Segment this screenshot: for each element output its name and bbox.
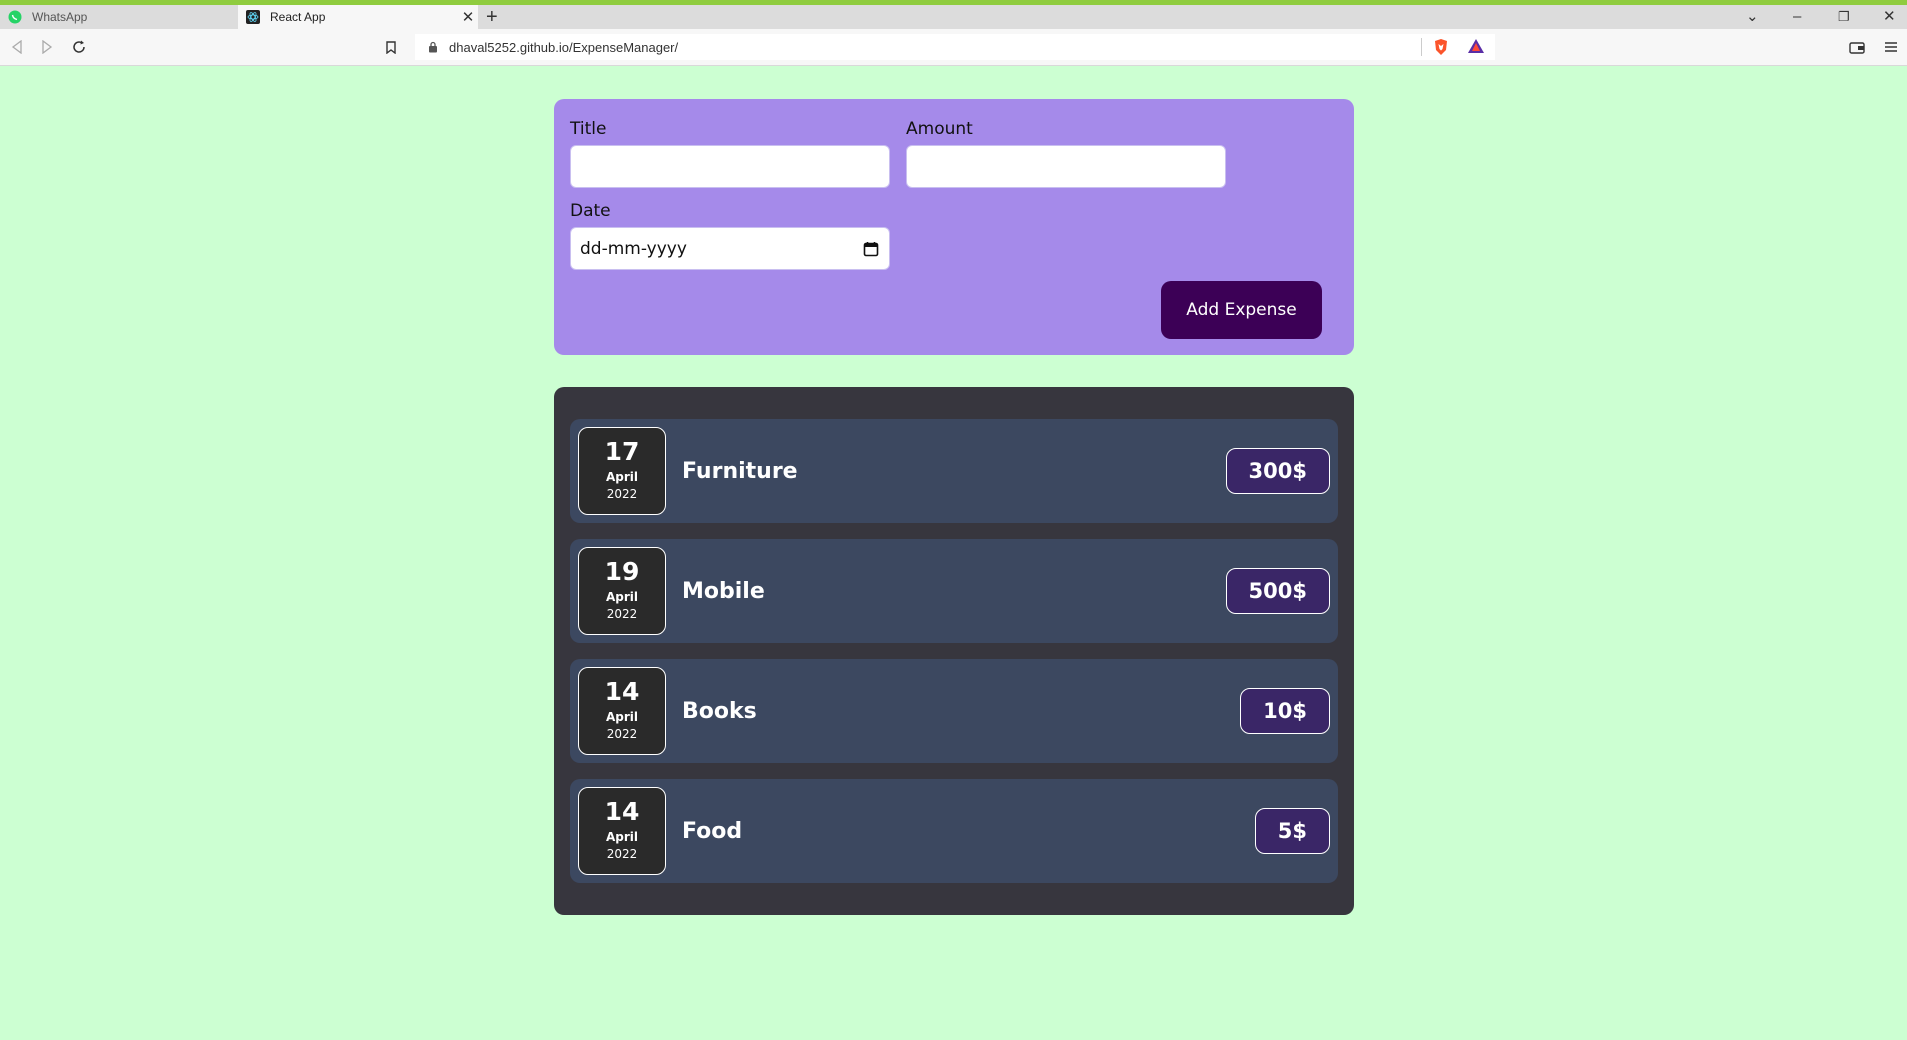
expense-title: Food [682,818,743,844]
amount-input[interactable] [906,145,1226,188]
new-expense-form: Title Amount Date dd-mm-yyyy Add Expense [554,99,1354,355]
react-icon [246,10,260,24]
expense-month: April [605,470,639,484]
expense-title: Furniture [682,458,798,484]
date-placeholder: dd-mm-yyyy [580,238,687,259]
minimize-icon[interactable]: – [1793,8,1801,26]
expense-year: 2022 [606,487,638,501]
new-tab-icon[interactable]: + [486,7,498,27]
back-icon[interactable] [8,38,26,56]
expense-day: 17 [604,437,640,466]
tab-title: WhatsApp [32,10,88,24]
tab-whatsapp[interactable]: WhatsApp [0,5,238,29]
forward-icon[interactable] [38,38,56,56]
whatsapp-icon [8,10,22,24]
expense-date: 14 April 2022 [578,667,666,755]
add-expense-button[interactable]: Add Expense [1161,281,1322,339]
expenses-list: 17 April 2022 Furniture 300$ 19 April 20… [554,387,1354,915]
menu-icon[interactable] [1882,38,1900,56]
expense-date: 17 April 2022 [578,427,666,515]
browser-chrome: WhatsApp React App ✕ + ⌄ – ❐ ✕ dhaval525… [0,0,1907,66]
expense-date: 14 April 2022 [578,787,666,875]
expense-month: April [605,590,639,604]
brave-rewards-icon[interactable] [1467,38,1485,59]
expense-day: 14 [604,677,640,706]
expense-year: 2022 [606,847,638,861]
expense-item: 19 April 2022 Mobile 500$ [570,539,1338,643]
expense-month: April [605,830,639,844]
url-text: dhaval5252.github.io/ExpenseManager/ [449,39,679,55]
expense-item: 14 April 2022 Books 10$ [570,659,1338,763]
calendar-icon[interactable] [863,241,879,257]
expense-amount: 10$ [1240,688,1330,734]
lock-icon [427,41,439,53]
browser-toolbar: dhaval5252.github.io/ExpenseManager/ [0,29,1907,66]
expense-title: Mobile [682,578,765,604]
bookmark-icon[interactable] [382,38,400,56]
expense-year: 2022 [606,727,638,741]
expense-item: 14 April 2022 Food 5$ [570,779,1338,883]
tab-strip: WhatsApp React App ✕ + ⌄ – ❐ ✕ [0,5,1907,29]
restore-icon[interactable]: ❐ [1838,8,1850,26]
title-field: Title [570,119,890,188]
brave-shields-icon[interactable] [1433,38,1449,61]
amount-field: Amount [906,119,1226,188]
address-bar[interactable]: dhaval5252.github.io/ExpenseManager/ [415,34,1495,60]
expense-item: 17 April 2022 Furniture 300$ [570,419,1338,523]
reload-icon[interactable] [70,38,88,56]
tab-title: React App [270,10,326,24]
title-input[interactable] [570,145,890,188]
date-field: Date dd-mm-yyyy [570,201,890,270]
expense-amount: 500$ [1225,568,1330,614]
wallet-icon[interactable] [1848,38,1866,56]
close-window-icon[interactable]: ✕ [1883,8,1896,26]
title-label: Title [570,119,607,139]
tab-search-chevron-icon[interactable]: ⌄ [1746,8,1759,26]
date-label: Date [570,201,611,221]
expense-title: Books [682,698,757,724]
date-input[interactable]: dd-mm-yyyy [570,227,890,270]
expense-amount: 5$ [1254,808,1330,854]
tab-react-app[interactable]: React App ✕ [238,5,478,29]
expense-date: 19 April 2022 [578,547,666,635]
expense-month: April [605,710,639,724]
amount-label: Amount [906,119,973,139]
tab-close-icon[interactable]: ✕ [458,8,478,26]
address-bar-divider [1421,38,1422,56]
expense-day: 19 [604,557,640,586]
expense-year: 2022 [606,607,638,621]
expense-day: 14 [604,797,640,826]
expense-amount: 300$ [1225,448,1330,494]
